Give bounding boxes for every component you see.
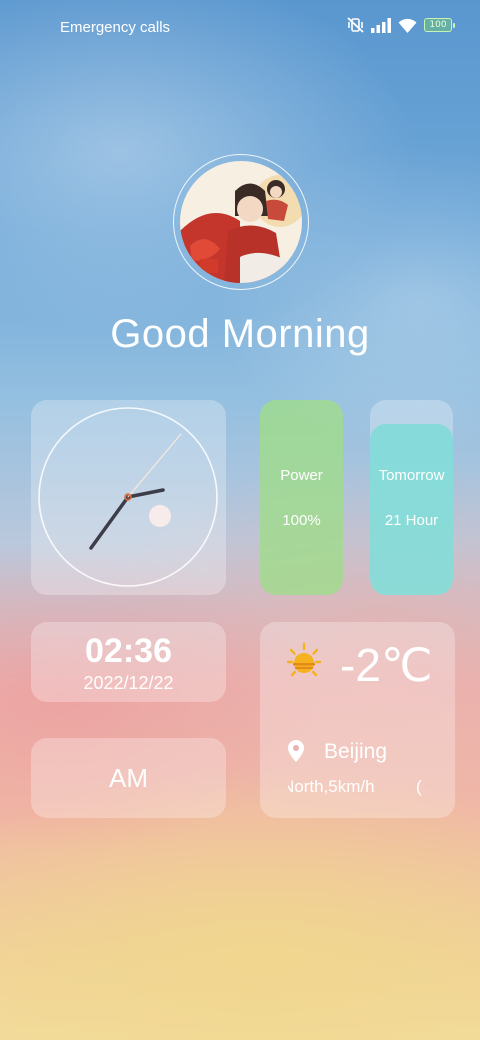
weather-widget[interactable]: -2℃ Beijing North,5km/h ( — [260, 622, 455, 818]
tomorrow-value: 21 Hour — [384, 512, 439, 529]
analog-clock — [38, 407, 218, 587]
power-label: Power — [280, 467, 323, 484]
tomorrow-widget[interactable]: Tomorrow 21 Hour — [370, 400, 453, 595]
tomorrow-progress-fill — [370, 424, 453, 595]
emergency-calls-text: Emergency calls — [60, 19, 171, 36]
clock-second-hand — [127, 433, 182, 498]
signal-icon — [371, 17, 391, 33]
temperature-text: -2℃ — [340, 639, 433, 691]
analog-clock-widget[interactable] — [31, 400, 226, 595]
time-text: 02:36 — [85, 632, 172, 670]
clock-minute-hand — [89, 495, 130, 550]
battery-level: 100 — [429, 19, 447, 30]
period-text: AM — [109, 763, 148, 793]
wind-text: North,5km/h — [288, 777, 375, 796]
vibrate-off-icon — [347, 17, 364, 33]
power-widget[interactable]: Power 100% — [260, 400, 343, 595]
status-icons: 100 — [347, 17, 455, 33]
city-text: Beijing — [324, 740, 388, 763]
wind-marquee: North,5km/h ( — [288, 776, 438, 800]
wifi-icon — [398, 18, 417, 33]
date-text: 2022/12/22 — [83, 673, 174, 693]
avatar[interactable] — [180, 161, 302, 283]
sun-icon — [284, 642, 324, 687]
period-widget[interactable]: AM — [31, 738, 226, 818]
greeting-text: Good Morning — [110, 312, 370, 356]
location-pin-icon — [288, 740, 304, 767]
status-bar: Emergency calls 100 — [0, 0, 480, 56]
avatar-ring[interactable] — [173, 154, 309, 290]
battery-icon: 100 — [424, 18, 455, 32]
digital-clock-widget[interactable]: 02:36 2022/12/22 — [31, 622, 226, 702]
weather-extra-text: ( — [416, 777, 422, 796]
tomorrow-label: Tomorrow — [378, 467, 445, 484]
power-value: 100% — [282, 512, 321, 529]
